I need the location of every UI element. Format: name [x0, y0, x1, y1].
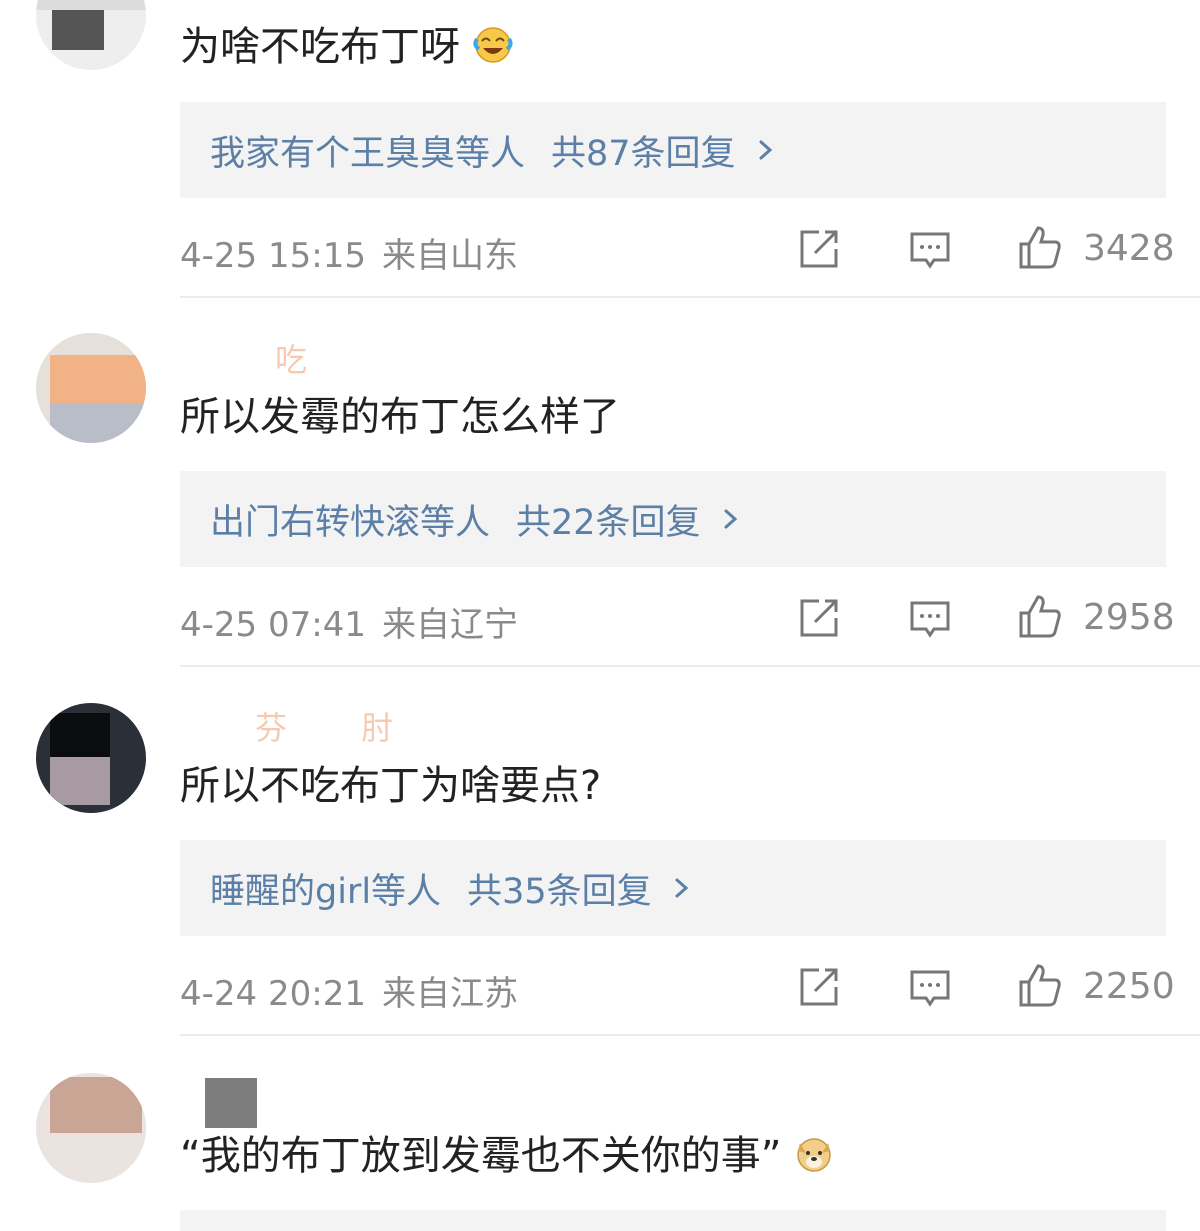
comment-body: “我的布丁放到发霉也不关你的事” — [180, 1133, 782, 1179]
divider — [180, 1034, 1200, 1036]
username[interactable]: 芬 肘 — [255, 703, 395, 747]
chevron-right-icon — [675, 878, 688, 898]
username-avatar-badge — [205, 1078, 257, 1128]
comment-location: 来自江苏 — [381, 974, 518, 1014]
comment-body: 为啥不吃布丁呀 — [180, 24, 460, 70]
comment-meta: 4-25 07:41 来自辽宁 — [180, 597, 518, 646]
share-icon[interactable] — [797, 227, 841, 271]
avatar[interactable] — [36, 333, 146, 443]
divider — [180, 296, 1200, 298]
thumbs-up-icon[interactable] — [1018, 963, 1062, 1007]
divider — [180, 665, 1200, 667]
comment-text: 所以发霉的布丁怎么样了 — [180, 392, 620, 442]
thumbs-up-icon[interactable] — [1018, 225, 1062, 269]
share-icon[interactable] — [797, 965, 841, 1009]
comment-body: 所以发霉的布丁怎么样了 — [180, 394, 620, 440]
comment-time: 4-25 15:15 — [180, 236, 366, 276]
avatar[interactable] — [36, 703, 146, 813]
reply-count: 共22条回复 — [516, 502, 701, 543]
chevron-right-icon — [724, 509, 737, 529]
comment-time: 4-24 20:21 — [180, 974, 366, 1014]
share-icon[interactable] — [797, 596, 841, 640]
comment-icon[interactable] — [908, 965, 952, 1009]
reply-preview[interactable]: 睡醒的girl等人 共35条回复 — [180, 840, 1166, 936]
reply-count: 共87条回复 — [551, 133, 736, 174]
like-count: 3428 — [1083, 228, 1175, 269]
reply-users: 我家有个王臭臭等人 — [210, 133, 526, 174]
reply-count: 共35条回复 — [467, 871, 652, 912]
comment-text: “我的布丁放到发霉也不关你的事” — [180, 1131, 834, 1181]
reply-users: 睡醒的girl等人 — [210, 871, 442, 912]
comment-time: 4-25 07:41 — [180, 605, 366, 645]
reply-preview[interactable]: 我家有个王臭臭等人 共87条回复 — [180, 102, 1166, 198]
comment-meta: 4-25 15:15 来自山东 — [180, 228, 518, 277]
laugh-cry-emoji — [473, 27, 513, 63]
like-count: 2958 — [1083, 597, 1175, 638]
comment-icon[interactable] — [908, 596, 952, 640]
doge-emoji — [797, 1138, 831, 1172]
chevron-right-icon — [759, 140, 772, 160]
like-count: 2250 — [1083, 966, 1175, 1007]
avatar[interactable] — [36, 0, 146, 70]
reply-preview[interactable] — [180, 1210, 1166, 1231]
comment-icon[interactable] — [908, 227, 952, 271]
comment-location: 来自辽宁 — [381, 605, 518, 645]
username[interactable]: 吃 — [275, 335, 309, 379]
reply-users: 出门右转快滚等人 — [210, 502, 491, 543]
comment-location: 来自山东 — [381, 236, 518, 276]
comment-text: 所以不吃布丁为啥要点? — [180, 761, 601, 811]
comment-text: 为啥不吃布丁呀 — [180, 22, 513, 72]
reply-preview[interactable]: 出门右转快滚等人 共22条回复 — [180, 471, 1166, 567]
comment-body: 所以不吃布丁为啥要点? — [180, 763, 602, 809]
thumbs-up-icon[interactable] — [1018, 594, 1062, 638]
comment-meta: 4-24 20:21 来自江苏 — [180, 966, 518, 1015]
avatar[interactable] — [36, 1073, 146, 1183]
